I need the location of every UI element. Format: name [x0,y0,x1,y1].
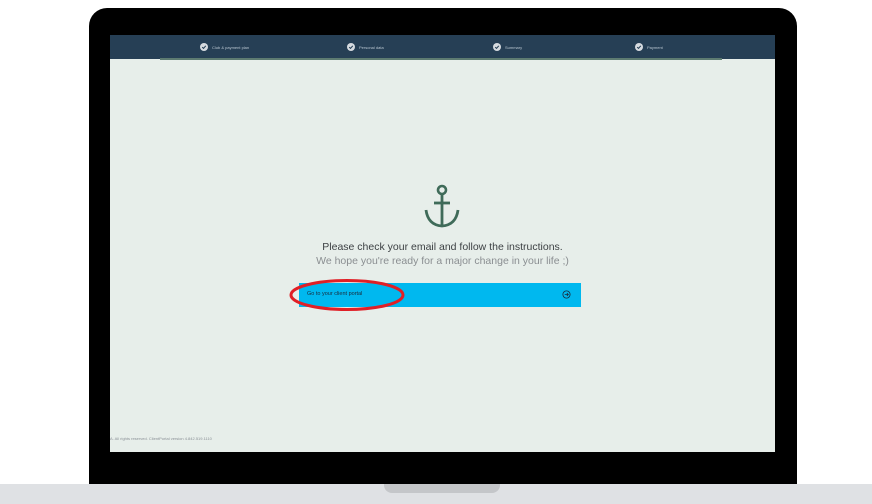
step-payment[interactable]: Payment [635,42,663,52]
highlight-circle [289,279,405,311]
check-circle-icon [347,43,355,51]
step-summary[interactable]: Summary [493,42,522,52]
arrow-right-circle-icon [562,290,571,299]
step-label: Summary [505,44,523,50]
check-circle-icon [635,43,643,51]
step-label: Club & payment plan [212,44,250,50]
confirmation-message: Please check your email and follow the i… [322,241,563,253]
check-circle-icon [493,43,501,51]
app-screen: Club & payment plan Personal data Summar… [110,35,775,452]
progress-line [160,58,722,60]
step-label: Payment [647,44,663,50]
step-personal-data[interactable]: Personal data [347,42,384,52]
anchor-icon [424,184,460,228]
footer-copyright: A. All rights reserved. ClientPortal ver… [110,436,212,441]
laptop-notch [384,484,500,493]
progress-bar: Club & payment plan Personal data Summar… [110,35,775,60]
check-circle-icon [200,43,208,51]
step-label: Personal data [359,44,384,50]
step-club-payment-plan[interactable]: Club & payment plan [200,42,249,52]
encouragement-message: We hope you're ready for a major change … [316,255,569,267]
